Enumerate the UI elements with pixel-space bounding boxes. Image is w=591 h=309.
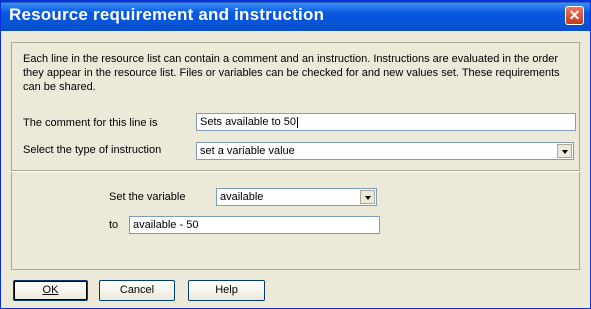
instruction-type-label: Select the type of instruction: [23, 144, 162, 156]
comment-input[interactable]: Sets available to 50: [196, 113, 576, 131]
variable-select[interactable]: available: [216, 188, 377, 206]
chevron-down-icon[interactable]: [557, 144, 572, 158]
close-button[interactable]: ✕: [565, 6, 584, 25]
ok-button[interactable]: OK: [13, 280, 88, 301]
close-icon: ✕: [568, 7, 581, 23]
to-input[interactable]: available - 50: [129, 216, 380, 234]
comment-label: The comment for this line is: [23, 117, 158, 129]
chevron-down-icon[interactable]: [360, 190, 375, 204]
title-bar[interactable]: Resource requirement and instruction ✕: [1, 1, 590, 31]
description-text: Each line in the resource list can conta…: [23, 53, 560, 93]
help-button[interactable]: Help: [188, 280, 265, 301]
to-label: to: [109, 219, 119, 231]
cancel-label: Cancel: [119, 284, 155, 296]
cancel-button[interactable]: Cancel: [99, 280, 175, 301]
ok-label: OK: [42, 284, 59, 296]
instruction-type-value: set a variable value: [200, 145, 295, 157]
help-label: Help: [215, 284, 238, 296]
dialog-window: Resource requirement and instruction ✕ E…: [0, 0, 591, 309]
instruction-type-select[interactable]: set a variable value: [196, 142, 574, 160]
variable-label: Set the variable: [109, 191, 186, 203]
to-value: available - 50: [133, 219, 199, 231]
panel-divider: [11, 170, 580, 172]
variable-value: available: [220, 191, 264, 203]
window-title: Resource requirement and instruction: [9, 5, 325, 24]
text-cursor: [297, 116, 299, 128]
comment-value: Sets available to 50: [200, 116, 297, 128]
